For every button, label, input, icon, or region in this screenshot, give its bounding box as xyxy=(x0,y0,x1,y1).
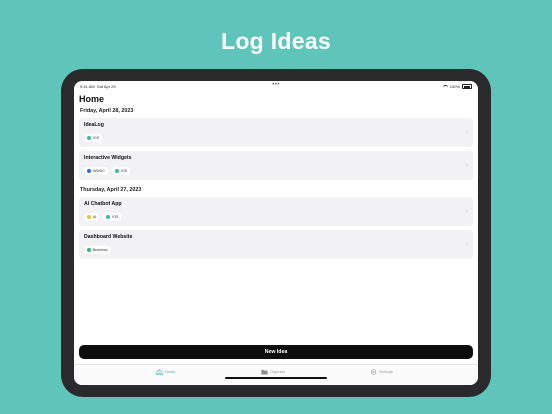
battery-icon xyxy=(462,84,472,89)
tag-chip: iOS xyxy=(103,213,122,221)
tag-color-dot-icon xyxy=(87,169,91,173)
tag-color-dot-icon xyxy=(87,136,91,140)
tag-list: WWDC iOS xyxy=(84,167,130,175)
tag-label: AI xyxy=(93,215,97,219)
tag-color-dot-icon xyxy=(114,169,119,173)
tag-list: AI iOS xyxy=(84,213,122,221)
section-date-header: Thursday, April 27, 2023 xyxy=(80,187,142,193)
chevron-right-icon: › xyxy=(466,162,468,169)
idea-title: IdeaLog xyxy=(84,122,104,128)
tag-label: iOS xyxy=(93,136,99,140)
tag-color-dot-icon xyxy=(106,215,111,219)
new-idea-button[interactable]: New Idea xyxy=(79,345,473,359)
house-icon xyxy=(156,369,163,375)
home-indicator[interactable] xyxy=(225,377,327,379)
tab-bar: Home Organize Settings xyxy=(74,364,478,385)
gear-icon xyxy=(370,369,377,375)
tag-chip: iOS xyxy=(84,134,102,142)
tag-label: WWDC xyxy=(93,169,105,173)
idea-card[interactable]: Interactive Widgets WWDC iOS › xyxy=(79,151,473,180)
idea-card[interactable]: Dashboard Website Business › xyxy=(79,230,473,259)
tab-settings[interactable]: Settings xyxy=(370,369,393,375)
tag-label: Business xyxy=(93,248,108,252)
tab-label: Organize xyxy=(270,370,286,374)
tab-home[interactable]: Home xyxy=(156,369,175,375)
status-bar: 9:41 AM Sat Apr 29 ••• 100% xyxy=(74,81,478,91)
tag-color-dot-icon xyxy=(87,248,91,252)
folder-icon xyxy=(261,369,268,375)
promo-title: Log Ideas xyxy=(220,28,332,54)
tag-color-dot-icon xyxy=(87,215,91,219)
tag-list: Business xyxy=(84,246,111,254)
idea-title: Dashboard Website xyxy=(84,234,133,240)
tab-organize[interactable]: Organize xyxy=(261,369,285,375)
wifi-icon xyxy=(442,84,448,89)
tag-chip: iOS xyxy=(111,167,130,175)
tag-chip: Business xyxy=(84,246,111,254)
idea-card[interactable]: AI Chatbot App AI iOS › xyxy=(79,197,473,226)
multitasking-dots-icon[interactable]: ••• xyxy=(74,82,478,88)
chevron-right-icon: › xyxy=(466,241,468,248)
status-right: 100% xyxy=(442,84,472,89)
tab-label: Home xyxy=(165,370,176,374)
section-date-header: Friday, April 28, 2023 xyxy=(80,108,134,114)
tag-label: iOS xyxy=(120,169,127,173)
chevron-right-icon: › xyxy=(466,129,468,136)
ipad-frame: 9:41 AM Sat Apr 29 ••• 100% Home Friday,… xyxy=(61,69,491,397)
page-title: Home xyxy=(79,94,105,104)
tag-chip: WWDC xyxy=(84,167,108,175)
tag-chip: AI xyxy=(84,213,100,221)
idea-title: Interactive Widgets xyxy=(84,155,132,161)
tag-list: iOS xyxy=(84,134,102,142)
idea-title: AI Chatbot App xyxy=(84,201,122,207)
app-screen: 9:41 AM Sat Apr 29 ••• 100% Home Friday,… xyxy=(74,81,478,385)
chevron-right-icon: › xyxy=(466,208,468,215)
tab-label: Settings xyxy=(379,370,393,374)
tag-label: iOS xyxy=(112,215,119,219)
idea-card[interactable]: IdeaLog iOS › xyxy=(79,118,473,147)
battery-percent: 100% xyxy=(449,84,460,89)
